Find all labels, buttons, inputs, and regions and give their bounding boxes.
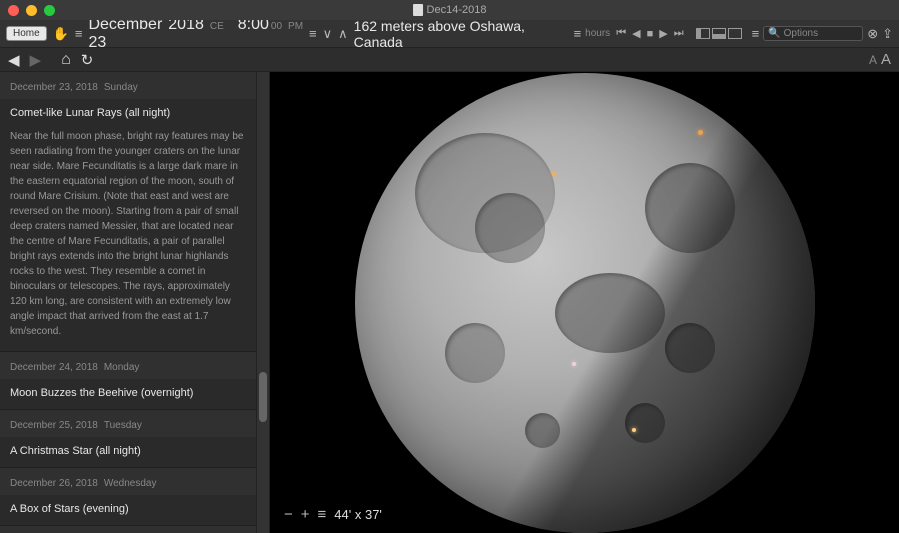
menu-icon[interactable]: ≡ xyxy=(75,26,83,41)
window-controls xyxy=(8,5,55,16)
location-display[interactable]: 162 meters above Oshawa, Canada xyxy=(354,18,552,50)
document-icon xyxy=(413,4,423,16)
sub-toolbar: ◀ ▶ ⌂ ↻ A A xyxy=(0,48,899,72)
step-back-button[interactable]: ◀ xyxy=(630,27,642,40)
fov-dimensions: 44' x 37' xyxy=(334,507,382,522)
menu-icon-3[interactable]: ≡ xyxy=(574,26,582,41)
minimize-window-button[interactable] xyxy=(26,5,37,16)
titlebar: Dec14-2018 xyxy=(0,0,899,20)
window-title: Dec14-2018 xyxy=(413,4,487,16)
text-larger: A xyxy=(881,51,891,68)
toolbar-right: ≡ hours ⏮ ◀ ■ ▶ ⏭ ≡ 🔍 Options ⊗ ⇪ xyxy=(574,26,893,42)
close-window-button[interactable] xyxy=(8,5,19,16)
play-button[interactable]: ▶ xyxy=(657,27,669,40)
date-month-day: December 23 xyxy=(88,16,162,52)
nav-home-button[interactable]: ⌂ xyxy=(61,51,71,69)
nav-forward-button[interactable]: ▶ xyxy=(30,51,42,69)
home-button[interactable]: Home xyxy=(6,26,47,41)
stop-button[interactable]: ■ xyxy=(645,27,656,40)
chevron-down-icon[interactable]: ∨ xyxy=(323,26,333,42)
share-icon[interactable]: ⇪ xyxy=(882,26,893,42)
text-size-control[interactable]: A A xyxy=(869,51,891,68)
search-placeholder: Options xyxy=(784,28,818,39)
reload-button[interactable]: ↻ xyxy=(81,51,94,69)
menu-icon-2[interactable]: ≡ xyxy=(309,26,317,41)
moon-terminator xyxy=(355,73,815,533)
star[interactable] xyxy=(698,130,703,135)
event-date: December 24, 2018Monday xyxy=(0,352,256,379)
date-era: CE xyxy=(210,21,224,32)
event-title[interactable]: Comet-like Lunar Rays (all night) xyxy=(0,99,256,129)
chevron-up-icon[interactable]: ∧ xyxy=(338,26,348,42)
moon[interactable] xyxy=(355,73,815,533)
magnifier-icon: 🔍 xyxy=(768,28,780,39)
window-title-text: Dec14-2018 xyxy=(427,4,487,16)
events-sidebar[interactable]: December 23, 2018SundayComet-like Lunar … xyxy=(0,72,256,533)
hand-tool-icon[interactable]: ✋ xyxy=(53,26,69,42)
fov-menu-icon[interactable]: ≡ xyxy=(318,506,327,523)
star[interactable] xyxy=(572,362,576,366)
search-field[interactable]: 🔍 Options xyxy=(763,26,863,41)
event-title[interactable]: A Box of Stars (evening) xyxy=(0,495,256,525)
panel-toggle-group xyxy=(696,28,742,39)
fov-controls: − + ≡ 44' x 37' xyxy=(284,506,382,523)
time-controls: ⏮ ◀ ■ ▶ ⏭ xyxy=(614,27,685,40)
star[interactable] xyxy=(632,428,636,432)
main-content: December 23, 2018SundayComet-like Lunar … xyxy=(0,72,899,533)
event-date: December 26, 2018Wednesday xyxy=(0,468,256,495)
timestep-label[interactable]: hours xyxy=(585,28,610,39)
event-date: December 23, 2018Sunday xyxy=(0,72,256,99)
zoom-window-button[interactable] xyxy=(44,5,55,16)
time-seconds: 00 xyxy=(271,21,282,32)
menu-icon-4[interactable]: ≡ xyxy=(752,26,760,41)
skip-first-button[interactable]: ⏮ xyxy=(614,27,628,40)
text-smaller: A xyxy=(869,53,877,67)
event-title[interactable]: A Christmas Star (all night) xyxy=(0,437,256,467)
event-body: Near the full moon phase, bright ray fea… xyxy=(0,129,256,351)
bottom-panel-toggle[interactable] xyxy=(712,28,726,39)
zoom-out-button[interactable]: − xyxy=(284,506,293,523)
right-panel-toggle[interactable] xyxy=(728,28,742,39)
clear-icon[interactable]: ⊗ xyxy=(867,26,878,42)
event-date: December 27, 2018Thursday xyxy=(0,526,256,533)
skip-last-button[interactable]: ⏭ xyxy=(672,27,686,40)
time-ampm: PM xyxy=(288,21,303,32)
main-toolbar: Home ✋ ≡ December 23 2018 CE 8:00 00 PM … xyxy=(0,20,899,48)
sky-view[interactable]: − + ≡ 44' x 37' xyxy=(270,72,899,533)
date-time-display[interactable]: December 23 2018 CE 8:00 00 PM xyxy=(88,16,303,52)
scroll-thumb[interactable] xyxy=(259,372,267,422)
left-panel-toggle[interactable] xyxy=(696,28,710,39)
nav-back-button[interactable]: ◀ xyxy=(8,51,20,69)
sidebar-scrollbar[interactable] xyxy=(256,72,270,533)
event-title[interactable]: Moon Buzzes the Beehive (overnight) xyxy=(0,379,256,409)
event-date: December 25, 2018Tuesday xyxy=(0,410,256,437)
zoom-in-button[interactable]: + xyxy=(301,506,310,523)
star[interactable] xyxy=(552,172,556,176)
